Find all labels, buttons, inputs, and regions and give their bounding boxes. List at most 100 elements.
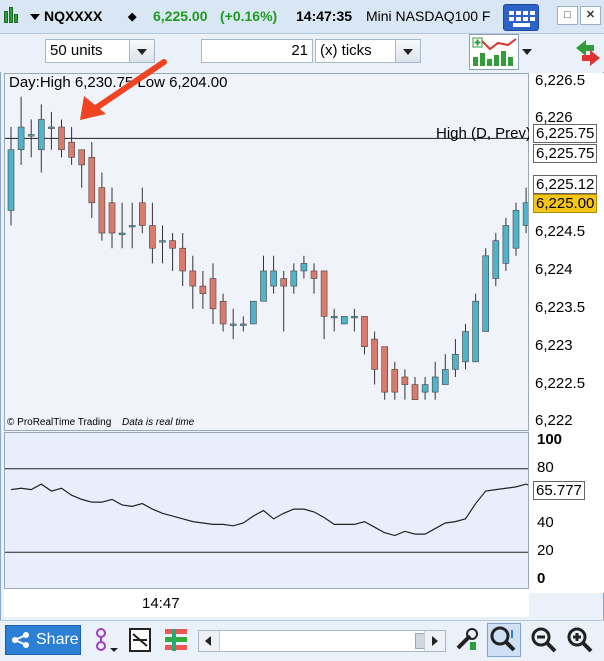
candle[interactable] bbox=[441, 354, 449, 385]
order-book-icon[interactable] bbox=[162, 626, 190, 654]
candle[interactable] bbox=[128, 202, 136, 249]
candle[interactable] bbox=[98, 172, 106, 241]
price-axis-tick: 6,223 bbox=[535, 336, 573, 354]
candle[interactable] bbox=[48, 111, 55, 150]
annotation-arrow bbox=[80, 59, 167, 120]
candle[interactable] bbox=[290, 263, 298, 294]
candle[interactable] bbox=[391, 361, 399, 400]
candle[interactable] bbox=[229, 308, 237, 340]
candle[interactable] bbox=[108, 187, 116, 249]
share-button[interactable]: Share bbox=[5, 625, 81, 655]
candle[interactable] bbox=[371, 331, 378, 385]
chart-icon[interactable] bbox=[4, 7, 18, 23]
candle[interactable] bbox=[320, 270, 328, 340]
chevron-down-icon[interactable] bbox=[395, 40, 420, 62]
candle[interactable] bbox=[7, 127, 15, 226]
object-list-icon[interactable] bbox=[127, 626, 155, 654]
candle[interactable] bbox=[179, 233, 186, 287]
price-change: (+0.16%) bbox=[220, 8, 278, 24]
title-bar: NQXXXX ◆ 6,225.00 (+0.16%) 14:47:35 Mini… bbox=[0, 0, 604, 34]
price-axis-tick: 6,222 bbox=[535, 412, 573, 430]
share-label: Share bbox=[36, 631, 79, 648]
chevron-down-icon[interactable] bbox=[30, 14, 40, 20]
candle[interactable] bbox=[492, 233, 500, 287]
restore-button[interactable]: □ bbox=[557, 6, 578, 25]
current-price-label: 6,225.00 bbox=[533, 194, 598, 213]
tools-icon[interactable] bbox=[452, 626, 480, 654]
oscillator-panel[interactable] bbox=[4, 432, 537, 589]
price-axis-tick: 6,222.5 bbox=[535, 374, 586, 392]
candle[interactable] bbox=[502, 217, 510, 271]
prev-high-line-label: High (D, Prev) bbox=[436, 125, 532, 142]
clock-time: 14:47:35 bbox=[296, 8, 353, 24]
candle[interactable] bbox=[401, 369, 409, 400]
candle[interactable] bbox=[431, 361, 439, 400]
candle[interactable] bbox=[209, 263, 217, 324]
candle[interactable] bbox=[310, 263, 318, 294]
candle[interactable] bbox=[199, 270, 207, 309]
oscillator-axis-tick: 100 bbox=[537, 431, 563, 448]
share-icon bbox=[12, 632, 29, 648]
price-axis-tick: 6,224.5 bbox=[535, 223, 586, 241]
candle[interactable] bbox=[139, 187, 146, 234]
candle[interactable] bbox=[189, 255, 197, 309]
indicators-button[interactable] bbox=[469, 34, 519, 70]
keyboard-icon[interactable] bbox=[503, 4, 539, 31]
candle[interactable] bbox=[169, 233, 176, 271]
prev-high-price-label: 6,225.75 bbox=[533, 124, 598, 143]
magnifier-axis-icon bbox=[490, 626, 516, 652]
close-button[interactable]: ✕ bbox=[580, 6, 601, 25]
sync-arrows-icon[interactable] bbox=[574, 36, 602, 68]
candle[interactable] bbox=[512, 202, 520, 256]
drawing-tools-icon[interactable] bbox=[92, 626, 120, 654]
oscillator-line bbox=[10, 483, 537, 537]
candle[interactable] bbox=[78, 149, 85, 188]
candle[interactable] bbox=[381, 346, 389, 400]
price-axis-tick: 6,226.5 bbox=[535, 71, 586, 89]
copyright-note: © ProRealTime Trading bbox=[7, 417, 112, 428]
scroll-right-button[interactable] bbox=[424, 631, 445, 651]
candle[interactable] bbox=[88, 142, 96, 218]
candle[interactable] bbox=[37, 104, 45, 173]
candle[interactable] bbox=[472, 293, 479, 363]
candle[interactable] bbox=[361, 316, 368, 355]
chart-scrollbar[interactable] bbox=[198, 630, 446, 652]
candle[interactable] bbox=[482, 248, 490, 332]
time-axis[interactable]: 14:47 bbox=[4, 589, 529, 617]
level-price-label-2: 6,225.12 bbox=[533, 175, 598, 194]
candle[interactable] bbox=[118, 202, 126, 249]
bottom-toolbar: Share bbox=[0, 620, 604, 661]
scroll-left-button[interactable] bbox=[199, 631, 220, 651]
indicators-dropdown[interactable] bbox=[519, 34, 535, 70]
candle[interactable] bbox=[260, 255, 267, 302]
candle[interactable] bbox=[421, 376, 429, 400]
indicators-icon bbox=[472, 37, 517, 66]
candle[interactable] bbox=[300, 255, 308, 279]
candle[interactable] bbox=[330, 308, 338, 332]
candle[interactable] bbox=[280, 270, 288, 332]
candle[interactable] bbox=[17, 96, 25, 165]
oscillator-axis-tick: 20 bbox=[537, 542, 554, 560]
zoom-out-icon[interactable] bbox=[530, 626, 558, 654]
candle[interactable] bbox=[270, 255, 277, 294]
candle[interactable] bbox=[240, 316, 247, 332]
candle[interactable] bbox=[159, 225, 166, 264]
ticks-unit-value: (x) ticks bbox=[320, 42, 372, 59]
candle[interactable] bbox=[250, 300, 257, 325]
candle[interactable] bbox=[462, 323, 469, 370]
candle[interactable] bbox=[340, 316, 348, 325]
candle[interactable] bbox=[351, 308, 358, 332]
candle[interactable] bbox=[219, 293, 227, 332]
candle[interactable] bbox=[522, 187, 530, 234]
symbol-name[interactable]: NQXXXX bbox=[44, 8, 102, 24]
candle[interactable] bbox=[411, 376, 419, 401]
last-price: 6,225.00 bbox=[153, 8, 208, 24]
ticks-input[interactable]: 21 bbox=[201, 39, 313, 63]
candle[interactable] bbox=[452, 339, 459, 377]
zoom-in-icon[interactable] bbox=[566, 626, 594, 654]
instrument-name: Mini NASDAQ100 F bbox=[366, 8, 491, 24]
zoom-mode-button[interactable] bbox=[487, 623, 521, 657]
ticks-unit-select[interactable]: (x) ticks bbox=[315, 39, 421, 63]
candle[interactable] bbox=[149, 202, 156, 264]
price-axis-tick: 6,223.5 bbox=[535, 298, 586, 316]
